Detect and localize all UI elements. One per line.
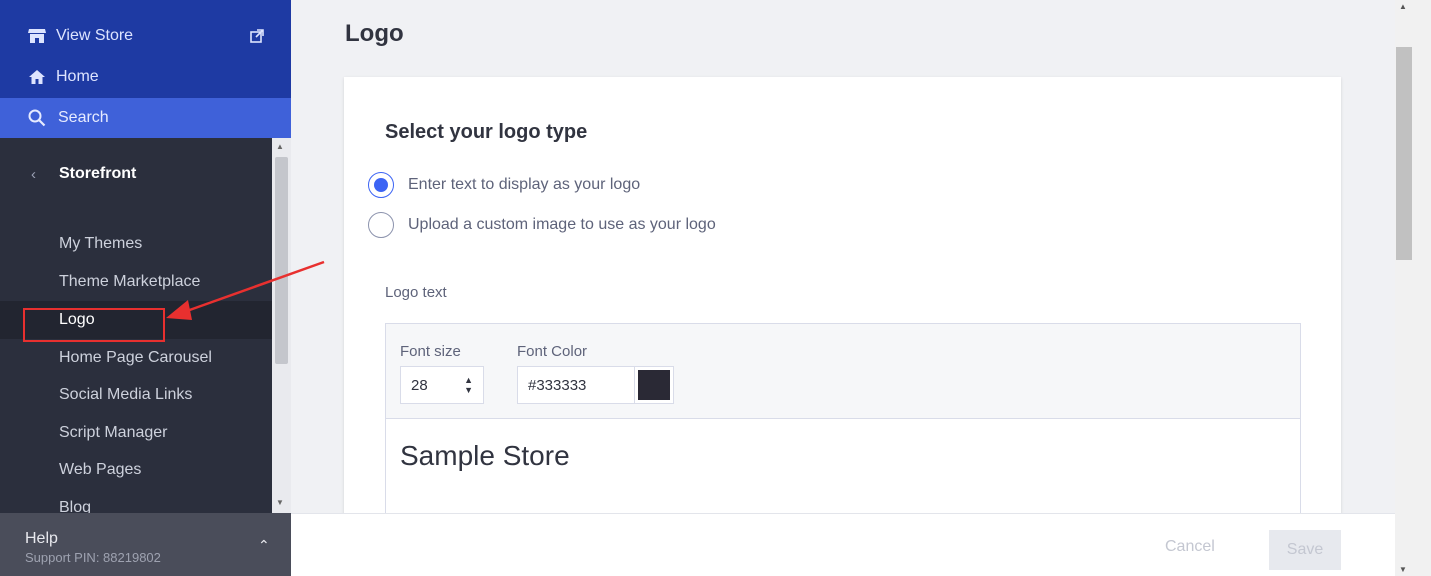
chevron-left-icon: ‹	[31, 165, 36, 183]
help-title: Help	[25, 530, 58, 547]
sidebar-scrollbar-thumb[interactable]	[275, 157, 288, 364]
section-label: Storefront	[59, 165, 137, 182]
radio-text-logo[interactable]: Enter text to display as your logo	[368, 171, 640, 199]
page-scrollbar-thumb[interactable]	[1396, 47, 1412, 260]
action-footer: Cancel Save	[291, 513, 1395, 576]
font-size-stepper[interactable]: 28 ▲ ▼	[400, 366, 484, 404]
sidebar-item-theme-marketplace[interactable]: Theme Marketplace	[0, 263, 272, 301]
sidebar-item-blog[interactable]: Blog	[0, 489, 272, 513]
font-size-value: 28	[411, 376, 428, 394]
store-icon	[28, 29, 46, 43]
help-panel[interactable]: Help Support PIN: 88219802 ⌃	[0, 513, 291, 576]
card-title: Select your logo type	[385, 121, 588, 143]
logo-settings-card: Select your logo type Enter text to disp…	[344, 77, 1341, 523]
page-title: Logo	[345, 20, 404, 47]
sidebar-item-home-page-carousel[interactable]: Home Page Carousel	[0, 339, 272, 377]
font-color-value: #333333	[528, 376, 587, 394]
chevron-up-icon[interactable]: ⌃	[258, 537, 270, 554]
sidebar-item-my-themes[interactable]: My Themes	[0, 225, 272, 263]
scroll-down-arrow-icon[interactable]: ▼	[276, 498, 284, 507]
annotation-highlight-box	[23, 308, 165, 342]
external-link-icon[interactable]	[250, 29, 264, 43]
support-pin: Support PIN: 88219802	[25, 550, 161, 565]
editor-toolbar: Font size Font Color 28 ▲ ▼ #333333	[386, 324, 1300, 419]
search-icon	[28, 109, 46, 127]
font-size-label: Font size	[400, 343, 461, 360]
logo-text-label: Logo text	[385, 284, 447, 301]
logo-preview-text[interactable]: Sample Store	[400, 440, 570, 472]
section-storefront[interactable]: ‹ Storefront	[0, 162, 272, 186]
radio-button-unchecked[interactable]	[368, 212, 394, 238]
sidebar: View Store Home Search ‹ Storefront My T…	[0, 0, 291, 576]
radio-text-label: Enter text to display as your logo	[408, 176, 641, 193]
sidebar-search[interactable]: Search	[0, 98, 291, 138]
view-store-link[interactable]: View Store	[28, 25, 133, 47]
sidebar-item-web-pages[interactable]: Web Pages	[0, 451, 272, 489]
color-swatch-button[interactable]	[634, 366, 674, 404]
cancel-button[interactable]: Cancel	[1165, 538, 1215, 556]
home-link[interactable]: Home	[28, 66, 99, 88]
home-icon	[29, 70, 45, 84]
view-store-label: View Store	[56, 27, 134, 44]
font-color-input[interactable]: #333333	[517, 366, 635, 404]
logo-text-editor: Font size Font Color 28 ▲ ▼ #333333 Sampl…	[385, 323, 1301, 523]
sidebar-item-script-manager[interactable]: Script Manager	[0, 414, 272, 452]
page-scroll-up-icon[interactable]: ▲	[1399, 2, 1407, 11]
main-content: Logo Select your logo type Enter text to…	[291, 0, 1395, 576]
sidebar-top: View Store Home	[0, 0, 291, 98]
home-label: Home	[56, 68, 99, 85]
save-button[interactable]: Save	[1269, 530, 1341, 570]
radio-button-checked[interactable]	[368, 172, 394, 198]
font-color-label: Font Color	[517, 343, 588, 360]
color-swatch	[638, 370, 670, 400]
radio-image-label: Upload a custom image to use as your log…	[408, 216, 716, 233]
scroll-up-arrow-icon[interactable]: ▲	[276, 142, 284, 151]
page-scroll-down-icon[interactable]: ▼	[1399, 565, 1407, 574]
stepper-arrows-icon[interactable]: ▲ ▼	[464, 375, 473, 395]
search-label: Search	[58, 109, 109, 126]
sidebar-item-social-media-links[interactable]: Social Media Links	[0, 376, 272, 414]
radio-image-logo[interactable]: Upload a custom image to use as your log…	[368, 211, 716, 239]
